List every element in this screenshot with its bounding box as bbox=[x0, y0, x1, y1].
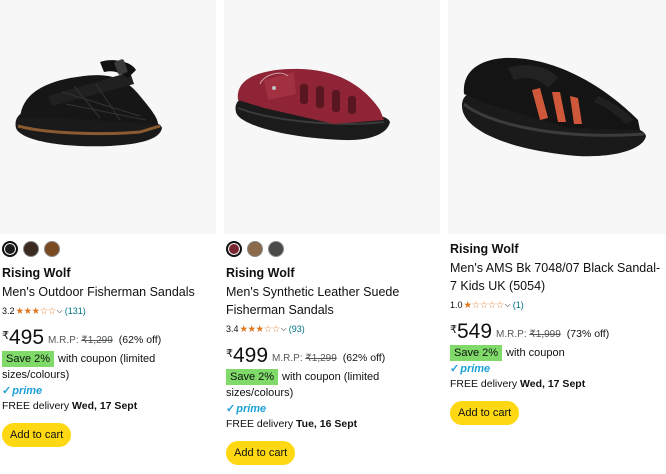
prime-check-icon: ✓ bbox=[450, 363, 460, 375]
price: 549 bbox=[457, 320, 493, 343]
color-swatch-grey[interactable] bbox=[268, 241, 284, 257]
product-image-3[interactable] bbox=[448, 0, 666, 234]
price-row: ₹ 499 M.R.P: ₹1,299 (62% off) bbox=[226, 345, 436, 367]
discount: (62% off) bbox=[342, 352, 386, 364]
prime-badge: ✓ prime bbox=[450, 362, 662, 376]
chevron-down-icon[interactable]: ⌵ bbox=[281, 324, 287, 334]
product-info: Rising Wolf Men's Outdoor Fisherman Sand… bbox=[2, 265, 212, 447]
currency-symbol: ₹ bbox=[2, 330, 9, 342]
product-title[interactable]: Men's AMS Bk 7048/07 Black Sandal-7 Kids… bbox=[450, 259, 662, 295]
color-swatch-tan[interactable] bbox=[247, 241, 263, 257]
brand-name: Rising Wolf bbox=[450, 242, 519, 256]
color-swatch-dark-brown[interactable] bbox=[23, 241, 39, 257]
currency-symbol: ₹ bbox=[450, 324, 457, 336]
color-swatch-black[interactable] bbox=[2, 241, 18, 257]
brand-name: Rising Wolf bbox=[2, 266, 71, 280]
delivery-label: FREE delivery bbox=[450, 378, 518, 390]
prime-badge: ✓ prime bbox=[2, 384, 212, 398]
rating-score: 3.2 bbox=[2, 306, 15, 316]
star-rating-icon[interactable]: ★☆☆☆☆ bbox=[464, 300, 505, 311]
rating-row: 1.0 ★☆☆☆☆ ⌵ (1) bbox=[450, 299, 662, 311]
prime-badge: ✓ prime bbox=[226, 402, 436, 416]
product-title[interactable]: Men's Outdoor Fisherman Sandals bbox=[2, 283, 212, 301]
product-info: Rising Wolf Men's AMS Bk 7048/07 Black S… bbox=[450, 241, 662, 425]
add-to-cart-button[interactable]: Add to cart bbox=[450, 401, 520, 425]
coupon-badge[interactable]: Save 2% bbox=[226, 369, 279, 385]
coupon: Save 2% with coupon (limited sizes/colour… bbox=[226, 369, 436, 401]
prime-label: prime bbox=[12, 384, 43, 397]
delivery-label: FREE delivery bbox=[2, 400, 70, 412]
product-card-2: Rising Wolf Men's Synthetic Leather Sued… bbox=[224, 0, 440, 474]
review-count-link[interactable]: (131) bbox=[65, 306, 86, 316]
coupon: Save 2% with coupon bbox=[450, 345, 662, 361]
mrp: M.R.P: ₹1,999 bbox=[496, 329, 561, 340]
mrp: M.R.P: ₹1,299 bbox=[48, 335, 113, 346]
prime-check-icon: ✓ bbox=[226, 403, 236, 415]
rating-score: 1.0 bbox=[450, 300, 463, 310]
chevron-down-icon[interactable]: ⌵ bbox=[57, 306, 63, 316]
add-to-cart-button[interactable]: Add to cart bbox=[226, 441, 296, 465]
color-swatch-maroon[interactable] bbox=[226, 241, 242, 257]
add-to-cart-button[interactable]: Add to cart bbox=[2, 423, 72, 447]
review-count-link[interactable]: (1) bbox=[513, 300, 524, 310]
delivery-date: Wed, 17 Sept bbox=[520, 378, 586, 390]
currency-symbol: ₹ bbox=[226, 348, 233, 360]
delivery-info: FREE delivery Tue, 16 Sept bbox=[226, 417, 436, 431]
color-swatches bbox=[226, 241, 284, 257]
coupon-badge[interactable]: Save 2% bbox=[450, 345, 503, 361]
brand-name: Rising Wolf bbox=[226, 266, 295, 280]
delivery-info: FREE delivery Wed, 17 Sept bbox=[2, 399, 212, 413]
product-card-1: Rising Wolf Men's Outdoor Fisherman Sand… bbox=[0, 0, 216, 474]
maroon-fisherman-sandal-icon bbox=[235, 68, 390, 141]
price: 499 bbox=[233, 344, 269, 367]
price-row: ₹ 549 M.R.P: ₹1,999 (73% off) bbox=[450, 321, 662, 343]
color-swatches bbox=[2, 241, 60, 257]
review-count-link[interactable]: (93) bbox=[289, 324, 305, 334]
price: 495 bbox=[9, 326, 45, 349]
delivery-label: FREE delivery bbox=[226, 418, 294, 430]
coupon-badge[interactable]: Save 2% bbox=[2, 351, 55, 367]
product-card-3: Rising Wolf Men's AMS Bk 7048/07 Black S… bbox=[448, 0, 666, 474]
prime-label: prime bbox=[460, 362, 491, 375]
prime-check-icon: ✓ bbox=[2, 385, 12, 397]
product-info: Rising Wolf Men's Synthetic Leather Sued… bbox=[226, 265, 436, 465]
chevron-down-icon[interactable]: ⌵ bbox=[505, 300, 511, 310]
color-swatch-tan[interactable] bbox=[44, 241, 60, 257]
delivery-date: Wed, 17 Sept bbox=[72, 400, 138, 412]
discount: (73% off) bbox=[566, 328, 610, 340]
coupon-text: with coupon bbox=[506, 347, 565, 359]
star-rating-icon[interactable]: ★★★☆☆ bbox=[16, 306, 57, 317]
rating-row: 3.4 ★★★☆☆ ⌵ (93) bbox=[226, 323, 436, 335]
black-fisherman-sandal-icon bbox=[15, 59, 162, 147]
product-image-1[interactable] bbox=[0, 0, 216, 234]
product-title[interactable]: Men's Synthetic Leather Suede Fisherman … bbox=[226, 283, 436, 319]
delivery-date: Tue, 16 Sept bbox=[296, 418, 358, 430]
discount: (62% off) bbox=[118, 334, 162, 346]
star-rating-icon[interactable]: ★★★☆☆ bbox=[240, 324, 281, 335]
mrp: M.R.P: ₹1,299 bbox=[272, 353, 337, 364]
black-sandal-orange-straps-icon bbox=[462, 57, 646, 157]
rating-row: 3.2 ★★★☆☆ ⌵ (131) bbox=[2, 305, 212, 317]
delivery-info: FREE delivery Wed, 17 Sept bbox=[450, 377, 662, 391]
product-image-2[interactable] bbox=[224, 0, 440, 234]
price-row: ₹ 495 M.R.P: ₹1,299 (62% off) bbox=[2, 327, 212, 349]
rating-score: 3.4 bbox=[226, 324, 239, 334]
prime-label: prime bbox=[236, 402, 267, 415]
coupon: Save 2% with coupon (limited sizes/colour… bbox=[2, 351, 212, 383]
